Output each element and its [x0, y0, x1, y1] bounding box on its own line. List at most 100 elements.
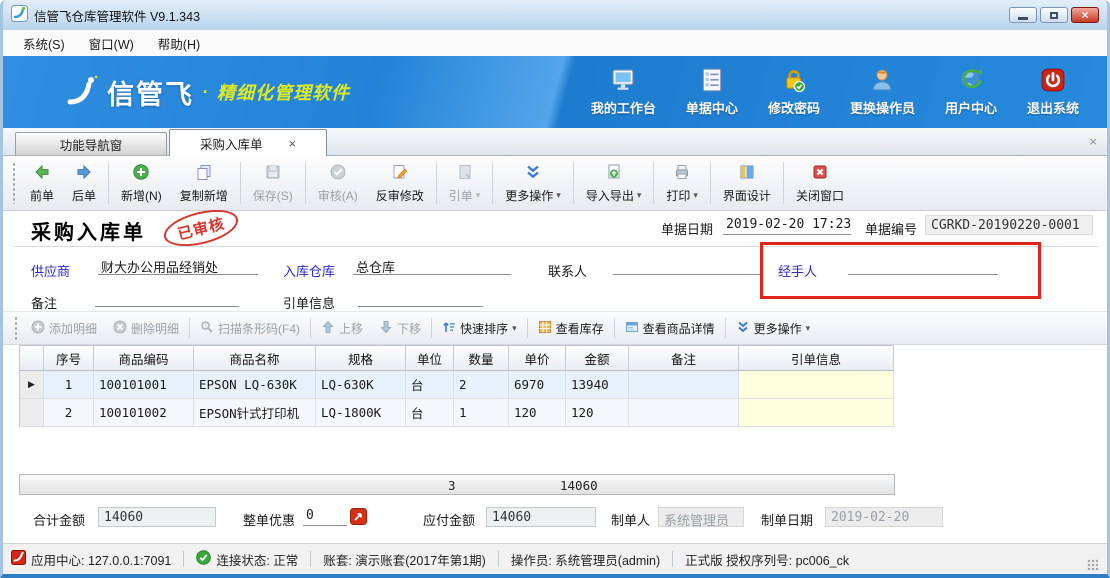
cell-seq: 2	[44, 399, 94, 427]
copy-icon	[195, 163, 213, 184]
cell-spec: LQ-1800K	[316, 399, 406, 427]
document-center-button[interactable]: 单据中心	[686, 67, 738, 117]
discount-adjust-button[interactable]	[350, 508, 367, 525]
audit-button[interactable]: 审核(A)	[309, 160, 367, 207]
window-title: 信管飞仓库管理软件 V9.1.343	[34, 6, 200, 25]
detail-toolbar: 添加明细 删除明细 扫描条形码(F4) 上移 下移 快速排序 ▾ 查看库	[3, 311, 1107, 345]
dropdown-arrow-icon: ▾	[512, 323, 517, 334]
divider	[13, 246, 1099, 247]
warehouse-field[interactable]: 总仓库	[353, 255, 511, 275]
restore-button[interactable]	[1040, 7, 1068, 23]
cell-unit: 台	[406, 371, 454, 399]
handler-label: 经手人	[778, 261, 817, 280]
handler-field[interactable]	[848, 255, 998, 275]
bill-title: 采购入库单	[31, 216, 146, 245]
scan-barcode-button[interactable]: 扫描条形码(F4)	[192, 316, 308, 341]
view-product-detail-button[interactable]: 查看商品详情	[617, 316, 723, 341]
import-export-button[interactable]: 导入导出▾	[577, 160, 651, 207]
column-header: 序号	[44, 346, 94, 371]
view-stock-button[interactable]: 查看库存	[530, 316, 612, 341]
user-center-button[interactable]: 用户中心	[945, 67, 997, 117]
status-separator	[183, 551, 184, 567]
monitor-icon	[610, 67, 636, 96]
column-header: 备注	[629, 346, 739, 371]
menu-help[interactable]: 帮助(H)	[148, 31, 210, 56]
copy-new-button[interactable]: 复制新增	[171, 160, 237, 207]
payable-field: 14060	[486, 507, 596, 527]
delete-circle-grey-icon	[113, 320, 127, 337]
bill-date-label: 单据日期	[661, 219, 713, 238]
toolbar-separator	[431, 318, 432, 338]
quick-sort-button[interactable]: 快速排序 ▾	[434, 316, 525, 341]
status-separator	[310, 551, 311, 567]
tabstrip-close-button[interactable]: ×	[1089, 134, 1097, 149]
more-operations-button[interactable]: 更多操作▾	[496, 160, 570, 207]
app-logo-icon	[11, 5, 28, 25]
double-chevron-icon	[736, 320, 750, 337]
close-button[interactable]: ×	[1071, 7, 1099, 23]
cell-ref	[739, 399, 894, 427]
detail-more-operations-button[interactable]: 更多操作 ▾	[728, 316, 819, 341]
arrow-right-icon	[75, 163, 93, 184]
dropdown-arrow-icon: ▾	[637, 190, 642, 201]
ref-info-field[interactable]	[358, 287, 483, 307]
create-date-field: 2019-02-20	[825, 507, 943, 527]
restore-icon	[1050, 12, 1058, 19]
document-list-icon	[699, 67, 725, 96]
toolbar-separator	[436, 162, 437, 204]
dropdown-arrow-icon: ▾	[556, 190, 561, 201]
toolbar-separator	[710, 162, 711, 204]
new-button[interactable]: 新增(N)	[112, 160, 171, 207]
toolbar-separator	[527, 318, 528, 338]
gridbar-drag-handle[interactable]	[14, 316, 18, 340]
switch-operator-button[interactable]: 更换操作员	[850, 67, 915, 117]
move-up-button[interactable]: 上移	[313, 316, 371, 341]
prev-bill-button[interactable]: 前单	[21, 160, 63, 207]
ref-bill-button[interactable]: 引单▾	[440, 160, 490, 207]
cell-spec: LQ-630K	[316, 371, 406, 399]
bill-date-field[interactable]: 2019-02-20 17:23	[723, 215, 851, 235]
add-detail-button[interactable]: 添加明细	[23, 316, 105, 341]
cell-amount: 120	[566, 399, 629, 427]
toolbar-drag-handle[interactable]	[12, 162, 16, 204]
tab-purchase-inbound[interactable]: 采购入库单 ×	[169, 129, 327, 156]
supplier-field[interactable]: 财大办公用品经销处	[98, 255, 258, 275]
save-button[interactable]: 保存(S)	[244, 160, 302, 207]
menu-window[interactable]: 窗口(W)	[79, 31, 144, 56]
tab-strip: 功能导航窗 采购入库单 × ×	[3, 128, 1107, 156]
discount-label: 整单优惠	[243, 510, 295, 529]
close-window-button[interactable]: 关闭窗口	[787, 160, 853, 207]
contact-field[interactable]	[613, 255, 763, 275]
toolbar-separator	[725, 318, 726, 338]
lock-icon	[781, 67, 807, 96]
toolbar-separator	[783, 162, 784, 204]
tab-close-icon[interactable]: ×	[288, 137, 296, 150]
move-down-button[interactable]: 下移	[371, 316, 429, 341]
floppy-icon	[264, 163, 282, 184]
arrow-down-icon	[379, 320, 393, 337]
next-bill-button[interactable]: 后单	[63, 160, 105, 207]
tab-function-nav[interactable]: 功能导航窗	[15, 132, 167, 155]
resize-grip[interactable]	[1087, 559, 1099, 571]
exit-system-button[interactable]: 退出系统	[1027, 67, 1079, 117]
cell-qty: 2	[454, 371, 509, 399]
workbench-button[interactable]: 我的工作台	[591, 67, 656, 117]
menu-system[interactable]: 系统(S)	[13, 31, 75, 56]
printer-icon	[673, 163, 691, 184]
totals-bar: 3 14060	[19, 474, 895, 495]
unaudit-button[interactable]: 反审修改	[367, 160, 433, 207]
ui-design-button[interactable]: 界面设计	[714, 160, 780, 207]
remark-field[interactable]	[95, 287, 239, 307]
delete-detail-button[interactable]: 删除明细	[105, 316, 187, 341]
toolbar-separator	[305, 162, 306, 204]
row-selector-icon: ▶	[20, 371, 44, 399]
brand-separator: ·	[202, 82, 209, 103]
main-toolbar: 前单 后单 新增(N) 复制新增 保存(S) 审核(A) 反审修改	[3, 156, 1107, 211]
change-password-button[interactable]: 修改密码	[768, 67, 820, 117]
creator-field: 系统管理员	[658, 507, 744, 527]
double-chevron-icon	[524, 163, 542, 184]
discount-field[interactable]: 0	[303, 506, 347, 526]
minimize-button[interactable]	[1009, 7, 1037, 23]
print-button[interactable]: 打印▾	[657, 160, 707, 207]
status-bar: 应用中心: 127.0.0.1:7091 连接状态: 正常 账套: 演示账套(2…	[3, 543, 1107, 574]
